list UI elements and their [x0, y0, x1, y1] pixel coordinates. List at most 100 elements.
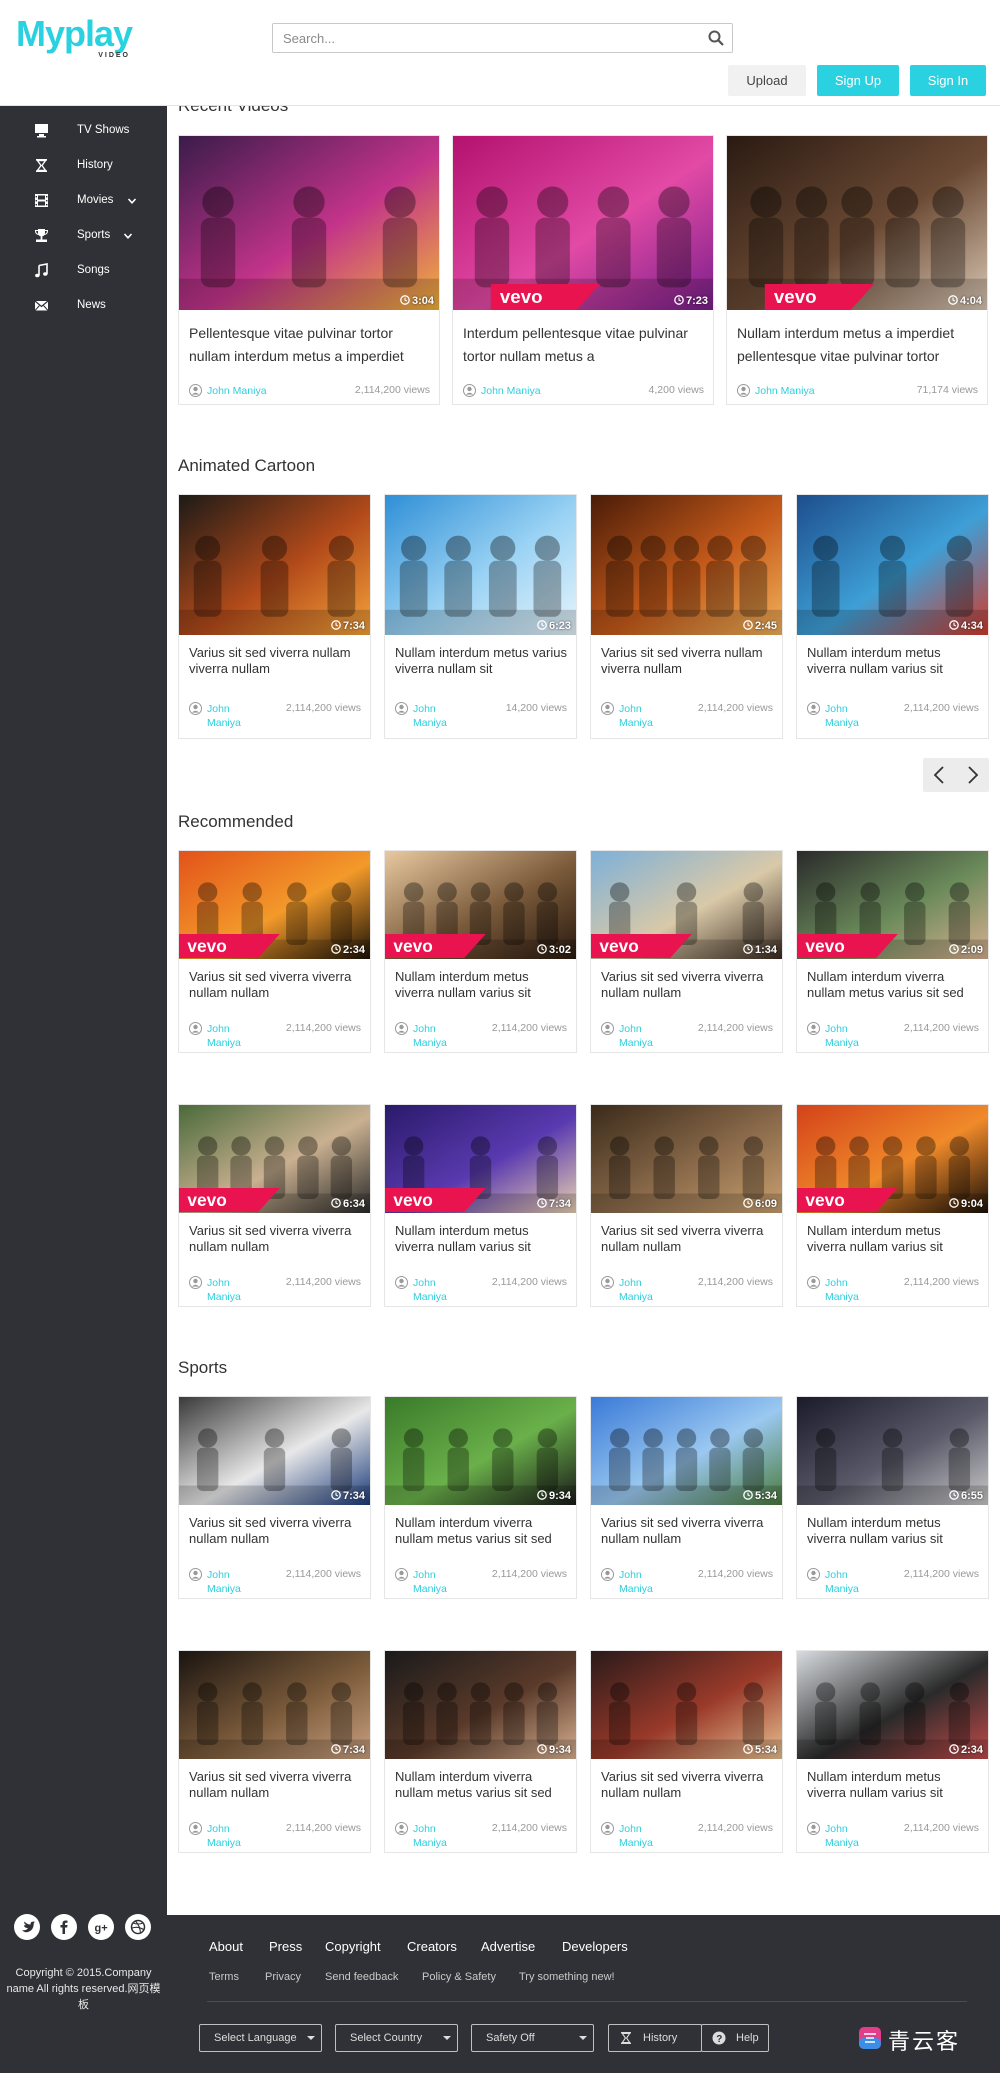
footer-link-copyright[interactable]: Copyright — [325, 1939, 381, 1954]
footer-link-policy-safety[interactable]: Policy & Safety — [422, 1971, 496, 1983]
sign-up-button[interactable]: Sign Up — [817, 65, 899, 96]
video-thumbnail[interactable]: 7:34 — [179, 1651, 370, 1759]
video-title[interactable]: Pellentesque vitae pulvinar tortor nulla… — [189, 322, 431, 368]
video-thumbnail[interactable]: 9:34 — [385, 1651, 576, 1759]
video-card[interactable]: 9:34 Nullam interdum viverra nullam metus… — [384, 1396, 577, 1599]
footer-link-developers[interactable]: Developers — [562, 1939, 628, 1954]
video-title[interactable]: Varius sit sed viverra viverra nullam nu… — [189, 1515, 362, 1547]
language-select[interactable]: Select Language — [199, 2024, 322, 2052]
video-title[interactable]: Varius sit sed viverra nullam viverra nu… — [189, 645, 362, 677]
chevron-left-icon[interactable] — [923, 758, 956, 792]
video-thumbnail[interactable]: 9:34 — [385, 1397, 576, 1505]
footer-link-try-something-new[interactable]: Try something new! — [519, 1971, 615, 1983]
video-card[interactable]: 7:34 Varius sit sed viverra viverra nulla… — [178, 1396, 371, 1599]
video-thumbnail[interactable]: vevo 6:34 — [179, 1105, 370, 1213]
video-title[interactable]: Varius sit sed viverra nullam viverra nu… — [601, 645, 774, 677]
video-thumbnail[interactable]: 6:55 — [797, 1397, 988, 1505]
video-title[interactable]: Nullam interdum metus varius viverra nul… — [395, 645, 568, 677]
video-thumbnail[interactable]: 3:04 — [179, 136, 439, 310]
video-card[interactable]: 4:34 Nullam interdum metus viverra nullam… — [796, 494, 989, 739]
video-title[interactable]: Nullam interdum metus viverra nullam var… — [395, 1223, 568, 1255]
video-thumbnail[interactable]: vevo 7:23 — [453, 136, 713, 310]
video-card[interactable]: vevo 3:02 Nullam interdum metus viverra nu… — [384, 850, 577, 1053]
video-thumbnail[interactable]: vevo 1:34 — [591, 851, 782, 959]
sidebar-item-tv-shows[interactable]: TV Shows — [0, 116, 167, 146]
facebook-icon[interactable] — [51, 1914, 77, 1940]
video-thumbnail[interactable]: vevo 4:04 — [727, 136, 987, 310]
video-card[interactable]: vevo 6:34 Varius sit sed viverra viverra n… — [178, 1104, 371, 1307]
footer-link-about[interactable]: About — [209, 1939, 243, 1954]
video-thumbnail[interactable]: 6:09 — [591, 1105, 782, 1213]
twitter-icon[interactable] — [14, 1914, 40, 1940]
video-card[interactable]: vevo 1:34 Varius sit sed viverra viverra n… — [590, 850, 783, 1053]
sidebar-item-history[interactable]: History — [0, 151, 167, 181]
search-input[interactable] — [273, 24, 693, 52]
video-title[interactable]: Nullam interdum viverra nullam metus var… — [807, 969, 980, 1001]
video-title[interactable]: Varius sit sed viverra viverra nullam nu… — [189, 969, 362, 1001]
sign-in-button[interactable]: Sign In — [910, 65, 986, 96]
chevron-right-icon[interactable] — [956, 758, 989, 792]
sidebar-item-songs[interactable]: Songs — [0, 256, 167, 286]
video-thumbnail[interactable]: 7:34 — [179, 1397, 370, 1505]
video-thumbnail[interactable]: 2:34 — [797, 1651, 988, 1759]
upload-button[interactable]: Upload — [728, 65, 806, 96]
video-card[interactable]: 2:34 Nullam interdum metus viverra nullam… — [796, 1650, 989, 1853]
country-select[interactable]: Select Country — [335, 2024, 458, 2052]
video-thumbnail[interactable]: 5:34 — [591, 1397, 782, 1505]
logo[interactable]: Myplay VIDEO — [16, 14, 156, 62]
video-card[interactable]: 2:45 Varius sit sed viverra nullam viverr… — [590, 494, 783, 739]
video-card[interactable]: vevo 9:04 Nullam interdum metus viverra nu… — [796, 1104, 989, 1307]
history-button[interactable]: History — [608, 2024, 702, 2052]
footer-link-advertise[interactable]: Advertise — [481, 1939, 535, 1954]
video-card[interactable]: vevo 2:09 Nullam interdum viverra nullam m… — [796, 850, 989, 1053]
video-card[interactable]: 7:34 Varius sit sed viverra viverra nulla… — [178, 1650, 371, 1853]
video-title[interactable]: Nullam interdum metus viverra nullam var… — [395, 969, 568, 1001]
sidebar-item-news[interactable]: News — [0, 291, 167, 321]
video-title[interactable]: Varius sit sed viverra viverra nullam nu… — [189, 1769, 362, 1801]
safety-select[interactable]: Safety Off — [471, 2024, 594, 2052]
video-title[interactable]: Varius sit sed viverra viverra nullam nu… — [601, 1223, 774, 1255]
video-thumbnail[interactable]: vevo 2:34 — [179, 851, 370, 959]
video-card[interactable]: 6:09 Varius sit sed viverra viverra nulla… — [590, 1104, 783, 1307]
footer-link-press[interactable]: Press — [269, 1939, 302, 1954]
video-thumbnail[interactable]: vevo 7:34 — [385, 1105, 576, 1213]
video-card[interactable]: 5:34 Varius sit sed viverra viverra nulla… — [590, 1396, 783, 1599]
video-title[interactable]: Nullam interdum metus viverra nullam var… — [807, 645, 980, 677]
video-card[interactable]: vevo 7:23 Interdum pellentesque vitae pulv… — [452, 135, 714, 405]
video-card[interactable]: 9:34 Nullam interdum viverra nullam metus… — [384, 1650, 577, 1853]
video-title[interactable]: Varius sit sed viverra viverra nullam nu… — [189, 1223, 362, 1255]
video-card[interactable]: 6:55 Nullam interdum metus viverra nullam… — [796, 1396, 989, 1599]
video-thumbnail[interactable]: 4:34 — [797, 495, 988, 635]
video-card[interactable]: vevo 2:34 Varius sit sed viverra viverra n… — [178, 850, 371, 1053]
dribbble-icon[interactable] — [125, 1914, 151, 1940]
video-title[interactable]: Nullam interdum metus viverra nullam var… — [807, 1223, 980, 1255]
video-thumbnail[interactable]: vevo 3:02 — [385, 851, 576, 959]
video-title[interactable]: Nullam interdum viverra nullam metus var… — [395, 1515, 568, 1547]
video-thumbnail[interactable]: 2:45 — [591, 495, 782, 635]
video-card[interactable]: vevo 7:34 Nullam interdum metus viverra nu… — [384, 1104, 577, 1307]
video-title[interactable]: Varius sit sed viverra viverra nullam nu… — [601, 1515, 774, 1547]
sidebar-item-sports[interactable]: Sports — [0, 221, 167, 251]
video-thumbnail[interactable]: 7:34 — [179, 495, 370, 635]
video-title[interactable]: Nullam interdum metus a imperdiet pellen… — [737, 322, 979, 368]
google-plus-icon[interactable]: g+ — [88, 1914, 114, 1940]
help-button[interactable]: ? Help — [701, 2024, 769, 2052]
video-card[interactable]: 5:34 Varius sit sed viverra viverra nulla… — [590, 1650, 783, 1853]
video-title[interactable]: Varius sit sed viverra viverra nullam nu… — [601, 1769, 774, 1801]
footer-link-terms[interactable]: Terms — [209, 1971, 239, 1983]
search-icon[interactable] — [708, 30, 724, 46]
video-thumbnail[interactable]: 6:23 — [385, 495, 576, 635]
video-thumbnail[interactable]: vevo 2:09 — [797, 851, 988, 959]
video-title[interactable]: Interdum pellentesque vitae pulvinar tor… — [463, 322, 705, 368]
footer-link-creators[interactable]: Creators — [407, 1939, 457, 1954]
footer-link-send-feedback[interactable]: Send feedback — [325, 1971, 398, 1983]
video-card[interactable]: 7:34 Varius sit sed viverra nullam viverr… — [178, 494, 371, 739]
video-title[interactable]: Nullam interdum metus viverra nullam var… — [807, 1515, 980, 1547]
sidebar-item-movies[interactable]: Movies — [0, 186, 167, 216]
video-card[interactable]: 6:23 Nullam interdum metus varius viverra… — [384, 494, 577, 739]
video-title[interactable]: Nullam interdum metus viverra nullam var… — [807, 1769, 980, 1801]
video-thumbnail[interactable]: vevo 9:04 — [797, 1105, 988, 1213]
footer-link-privacy[interactable]: Privacy — [265, 1971, 301, 1983]
video-card[interactable]: vevo 4:04 Nullam interdum metus a imperdie… — [726, 135, 988, 405]
video-thumbnail[interactable]: 5:34 — [591, 1651, 782, 1759]
